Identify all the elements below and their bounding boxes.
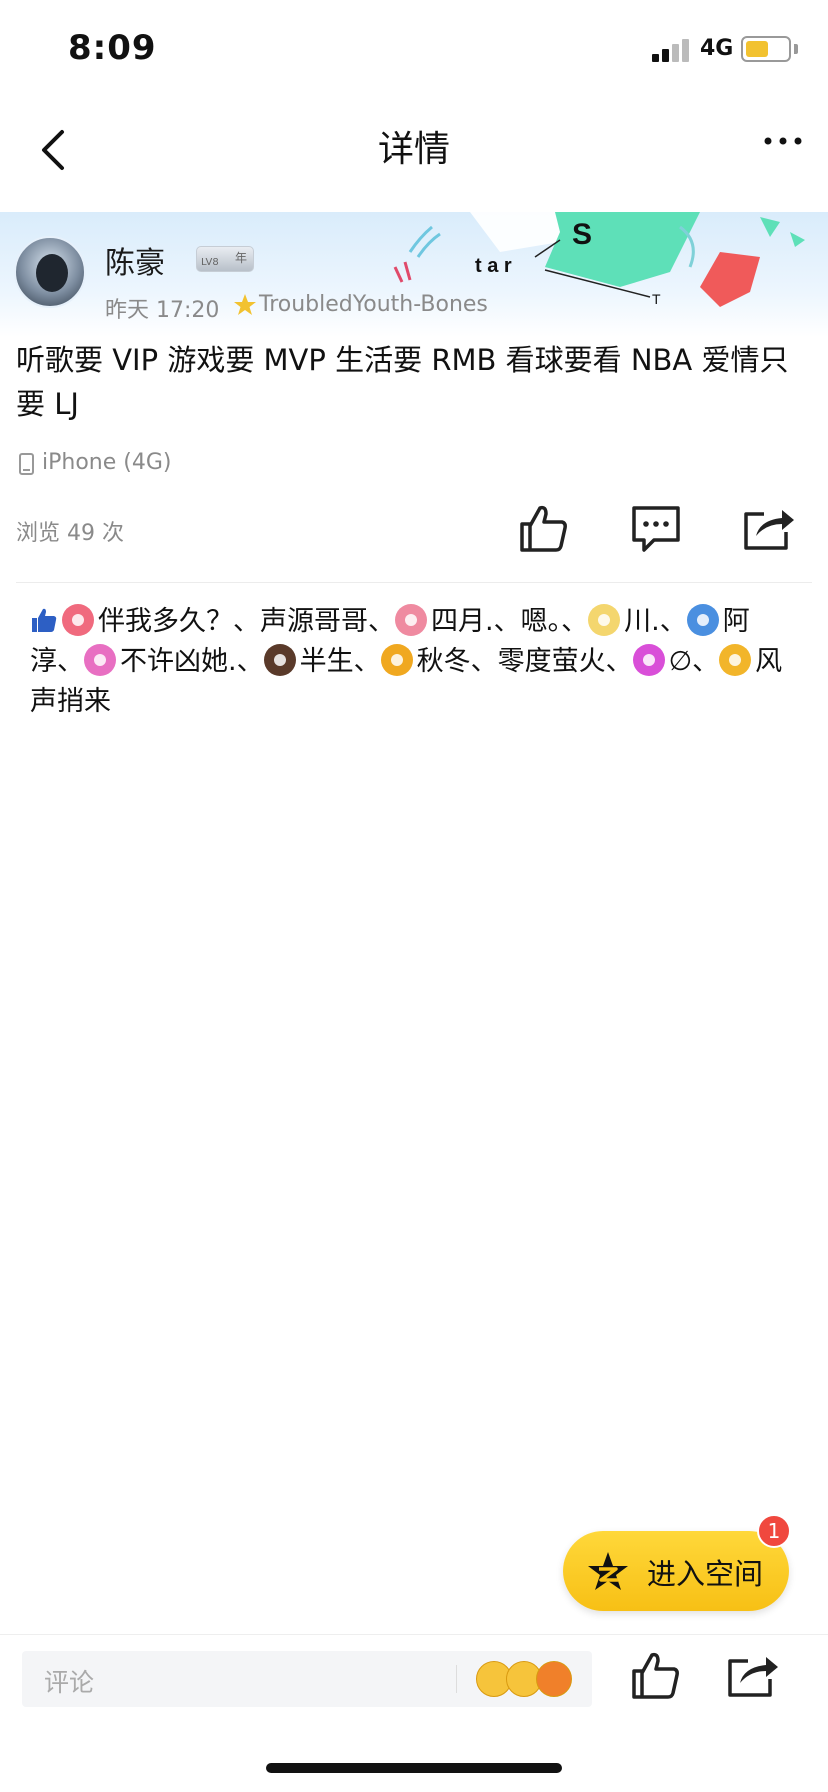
- back-button[interactable]: [20, 115, 90, 185]
- avatar[interactable]: [14, 236, 86, 308]
- like-user-icon: [62, 604, 94, 636]
- like-user[interactable]: 不许凶她.: [120, 646, 237, 677]
- view-count: 浏览 49 次: [16, 521, 124, 546]
- comment-input[interactable]: 评论: [22, 1651, 592, 1707]
- comment-button[interactable]: [628, 500, 684, 556]
- share-icon: [728, 1657, 778, 1697]
- like-user[interactable]: ∅: [669, 646, 693, 677]
- network-label: 4G: [700, 36, 734, 61]
- like-user-icon: [588, 604, 621, 636]
- nav-bar: 详情: [0, 100, 828, 210]
- share-button[interactable]: [740, 500, 796, 556]
- post-time: 昨天 17:20: [105, 298, 220, 323]
- bottom-share-button[interactable]: [724, 1647, 780, 1703]
- like-user-icon: [686, 604, 719, 636]
- notification-badge: 1: [757, 1514, 791, 1548]
- share-icon: [744, 510, 794, 550]
- status-time: 8:09: [68, 28, 157, 68]
- signal-icon: [652, 38, 692, 62]
- like-user-icon: [380, 644, 413, 676]
- like-user-icon: [632, 644, 665, 676]
- enter-space-label: 进入空间: [647, 1557, 764, 1591]
- like-user-icon: [395, 604, 427, 636]
- phone-icon: [19, 453, 34, 475]
- like-user[interactable]: 秋冬: [417, 646, 471, 677]
- post-header: S t a r T 陈豪 LV8 年 昨天 17:20 TroubledYout…: [0, 212, 828, 337]
- post-text: 听歌要 VIP 游戏要 MVP 生活要 RMB 看球要看 NBA 爱情只要 LJ: [16, 343, 789, 421]
- like-user[interactable]: 半生: [300, 646, 354, 677]
- page-title: 详情: [377, 129, 450, 170]
- more-dots-icon: [764, 137, 802, 145]
- like-user-icon: [84, 644, 116, 676]
- status-bar: 8:09 4G: [0, 0, 828, 100]
- banner-letter-s: S: [572, 218, 592, 251]
- like-user[interactable]: 声源哥哥: [260, 606, 368, 637]
- emoji-button[interactable]: [476, 1661, 576, 1699]
- music-title: TroubledYouth-Bones: [259, 292, 488, 317]
- level-badge-text: LV8: [201, 257, 219, 268]
- like-user[interactable]: 四月.: [431, 606, 494, 637]
- liked-thumb-icon: [32, 608, 57, 632]
- chevron-left-icon: [42, 130, 64, 170]
- device-label: iPhone (4G): [42, 450, 172, 475]
- comment-icon: [632, 506, 680, 552]
- angry-emoji-icon: [536, 1661, 572, 1697]
- home-indicator: [266, 1763, 562, 1773]
- like-user[interactable]: 伴我多久？: [98, 606, 233, 637]
- level-badge: LV8 年: [196, 246, 254, 272]
- thumbs-up-icon: [520, 505, 567, 552]
- more-button[interactable]: [750, 120, 820, 180]
- like-user-icon: [263, 644, 296, 676]
- battery-icon: [741, 36, 791, 62]
- like-list: 伴我多久？、声源哥哥、 四月.、嗯。、 川.、 阿淳、 不许凶她.、 半生、 秋冬、零度萤火…: [30, 604, 783, 717]
- star-icon: [234, 294, 256, 315]
- bottom-like-button[interactable]: [628, 1647, 684, 1703]
- like-user[interactable]: 川.: [624, 606, 660, 637]
- divider: [16, 582, 812, 583]
- like-button[interactable]: [516, 500, 572, 556]
- like-user[interactable]: 零度萤火: [498, 646, 606, 677]
- input-separator: [456, 1665, 457, 1693]
- qzone-star-icon: [588, 1552, 628, 1590]
- like-user-icon: [719, 644, 752, 676]
- battery-tip: [794, 44, 798, 54]
- enter-space-button[interactable]: 进入空间: [563, 1531, 789, 1611]
- author-name[interactable]: 陈豪: [105, 238, 165, 282]
- thumbs-up-icon: [632, 1652, 679, 1699]
- like-user[interactable]: 嗯。: [521, 606, 562, 637]
- comment-placeholder: 评论: [44, 1668, 95, 1697]
- banner-word-tar: t a r: [475, 255, 512, 277]
- banner-letter-t: T: [652, 291, 661, 307]
- year-badge-text: 年: [235, 251, 248, 265]
